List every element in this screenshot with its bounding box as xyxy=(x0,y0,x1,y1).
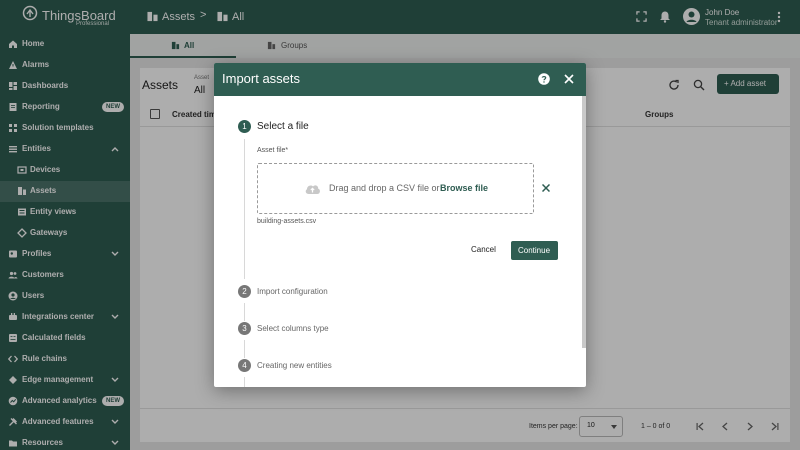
step-number: 3 xyxy=(238,322,251,335)
step-title-select-file[interactable]: Select a file xyxy=(257,121,309,132)
step-title-select-columns-type: Select columns type xyxy=(257,324,329,333)
file-dropzone[interactable]: Drag and drop a CSV file or Browse file xyxy=(257,163,534,214)
help-icon[interactable] xyxy=(538,73,550,85)
cancel-button[interactable]: Cancel xyxy=(461,241,505,259)
dialog-title: Import assets xyxy=(222,71,301,86)
selected-file-name: building-assets.csv xyxy=(257,218,317,225)
step-connector xyxy=(244,377,245,387)
close-icon[interactable] xyxy=(564,74,574,84)
step-connector xyxy=(244,139,245,279)
dialog-header: Import assets xyxy=(214,63,586,96)
dropzone-text: Drag and drop a CSV file or xyxy=(329,183,440,193)
dialog-scrollbar[interactable] xyxy=(582,96,586,348)
step-title-import-configuration: Import configuration xyxy=(257,287,328,296)
clear-file-icon[interactable] xyxy=(542,184,550,192)
cancel-label: Cancel xyxy=(471,245,496,254)
step-number: 4 xyxy=(238,359,251,372)
asset-file-label: Asset file* xyxy=(257,147,289,154)
import-assets-dialog: Import assets 1 Select a file Asset file… xyxy=(214,63,586,387)
continue-button[interactable]: Continue xyxy=(511,241,558,260)
step-connector xyxy=(244,303,245,321)
continue-label: Continue xyxy=(518,246,551,255)
step-connector xyxy=(244,340,245,358)
step-number: 2 xyxy=(238,285,251,298)
step-number: 1 xyxy=(238,120,251,133)
browse-file-link[interactable]: Browse file xyxy=(440,183,488,193)
cloud-upload-icon xyxy=(305,185,320,194)
step-title-creating-entities: Creating new entities xyxy=(257,361,332,370)
